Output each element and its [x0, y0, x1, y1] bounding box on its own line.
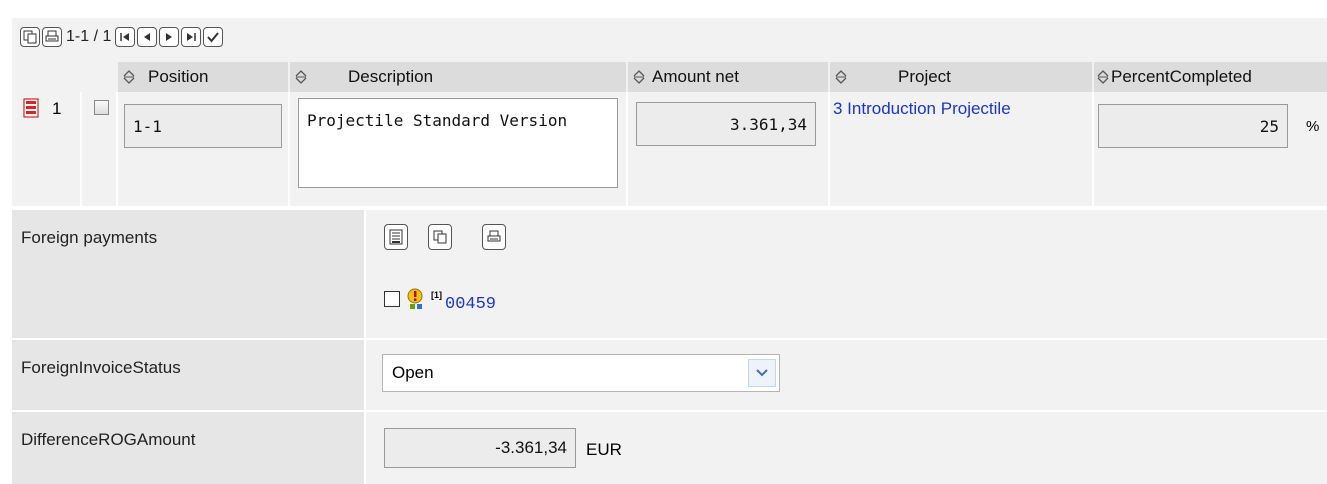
currency-label: EUR — [586, 440, 622, 459]
prev-page-icon[interactable] — [137, 27, 158, 47]
sort-icon[interactable] — [122, 70, 136, 84]
foreign-payments-label-cell: Foreign payments — [12, 210, 364, 338]
last-page-icon[interactable] — [181, 27, 202, 47]
next-page-icon[interactable] — [159, 27, 180, 47]
column-header-percent-completed[interactable]: PercentCompleted — [1094, 62, 1327, 92]
foreign-invoice-status-select[interactable]: Open — [382, 354, 780, 392]
column-divider — [116, 92, 118, 206]
row-select-checkbox[interactable] — [94, 100, 109, 115]
row-index: 1 — [52, 99, 62, 118]
copy-icon[interactable] — [428, 224, 452, 250]
grid-toolbar: 1-1 / 1 — [20, 26, 225, 48]
column-header-amount-net[interactable]: Amount net — [628, 62, 828, 92]
document-icon[interactable] — [23, 98, 39, 122]
print-icon[interactable] — [482, 224, 506, 250]
payment-status-icon — [406, 288, 426, 314]
sort-icon[interactable] — [632, 70, 646, 84]
column-header-position[interactable]: Position — [118, 62, 288, 92]
sort-icon[interactable] — [294, 70, 308, 84]
percent-completed-field[interactable]: 25 — [1098, 104, 1288, 148]
difference-rog-amount-label-cell: DifferenceROGAmount — [12, 412, 364, 484]
foreign-payments-label: Foreign payments — [21, 228, 158, 247]
position-value: 1-1 — [133, 116, 162, 136]
column-header-description[interactable]: Description — [290, 62, 626, 92]
column-divider — [288, 92, 290, 206]
foreign-invoice-status-label: ForeignInvoiceStatus — [21, 358, 181, 377]
project-link[interactable]: 3 Introduction Projectile — [833, 99, 1011, 119]
foreign-payments-value-cell — [366, 210, 1327, 338]
column-header-label: Amount net — [652, 67, 739, 86]
column-divider — [1092, 92, 1094, 206]
column-header-label: Position — [148, 67, 209, 86]
column-header-label: Project — [898, 67, 951, 86]
column-divider — [626, 92, 628, 206]
print-icon[interactable] — [42, 27, 62, 47]
description-value: Projectile Standard Version — [307, 111, 568, 130]
payment-link[interactable]: 00459 — [445, 295, 496, 314]
payment-select-checkbox[interactable] — [384, 291, 400, 307]
first-page-icon[interactable] — [115, 27, 136, 47]
difference-rog-amount-label: DifferenceROGAmount — [21, 430, 196, 449]
chevron-down-icon[interactable] — [748, 359, 776, 387]
column-divider — [828, 92, 830, 206]
sort-icon[interactable] — [834, 70, 848, 84]
description-field[interactable]: Projectile Standard Version — [298, 98, 618, 188]
sort-icon[interactable] — [1096, 70, 1110, 84]
position-field[interactable]: 1-1 — [124, 104, 282, 148]
confirm-icon[interactable] — [203, 27, 224, 47]
payment-item-marker: [1] — [431, 290, 442, 300]
document-list-icon[interactable] — [384, 224, 408, 250]
percent-unit: % — [1306, 118, 1320, 135]
percent-completed-value: 25 — [1259, 116, 1279, 136]
column-divider — [80, 92, 82, 206]
column-header-label: PercentCompleted — [1111, 67, 1252, 86]
column-header-project[interactable]: Project — [830, 62, 1092, 92]
difference-rog-amount-field[interactable]: -3.361,34 — [384, 428, 576, 468]
amount-net-value: 3.361,34 — [729, 114, 807, 134]
difference-rog-amount-value: -3.361,34 — [495, 438, 567, 457]
copy-icon[interactable] — [20, 27, 40, 47]
selected-value: Open — [392, 363, 434, 382]
column-header-label: Description — [348, 67, 434, 86]
pager-text: 1-1 / 1 — [66, 28, 112, 45]
amount-net-field[interactable]: 3.361,34 — [636, 102, 816, 146]
foreign-invoice-status-label-cell: ForeignInvoiceStatus — [12, 340, 364, 410]
